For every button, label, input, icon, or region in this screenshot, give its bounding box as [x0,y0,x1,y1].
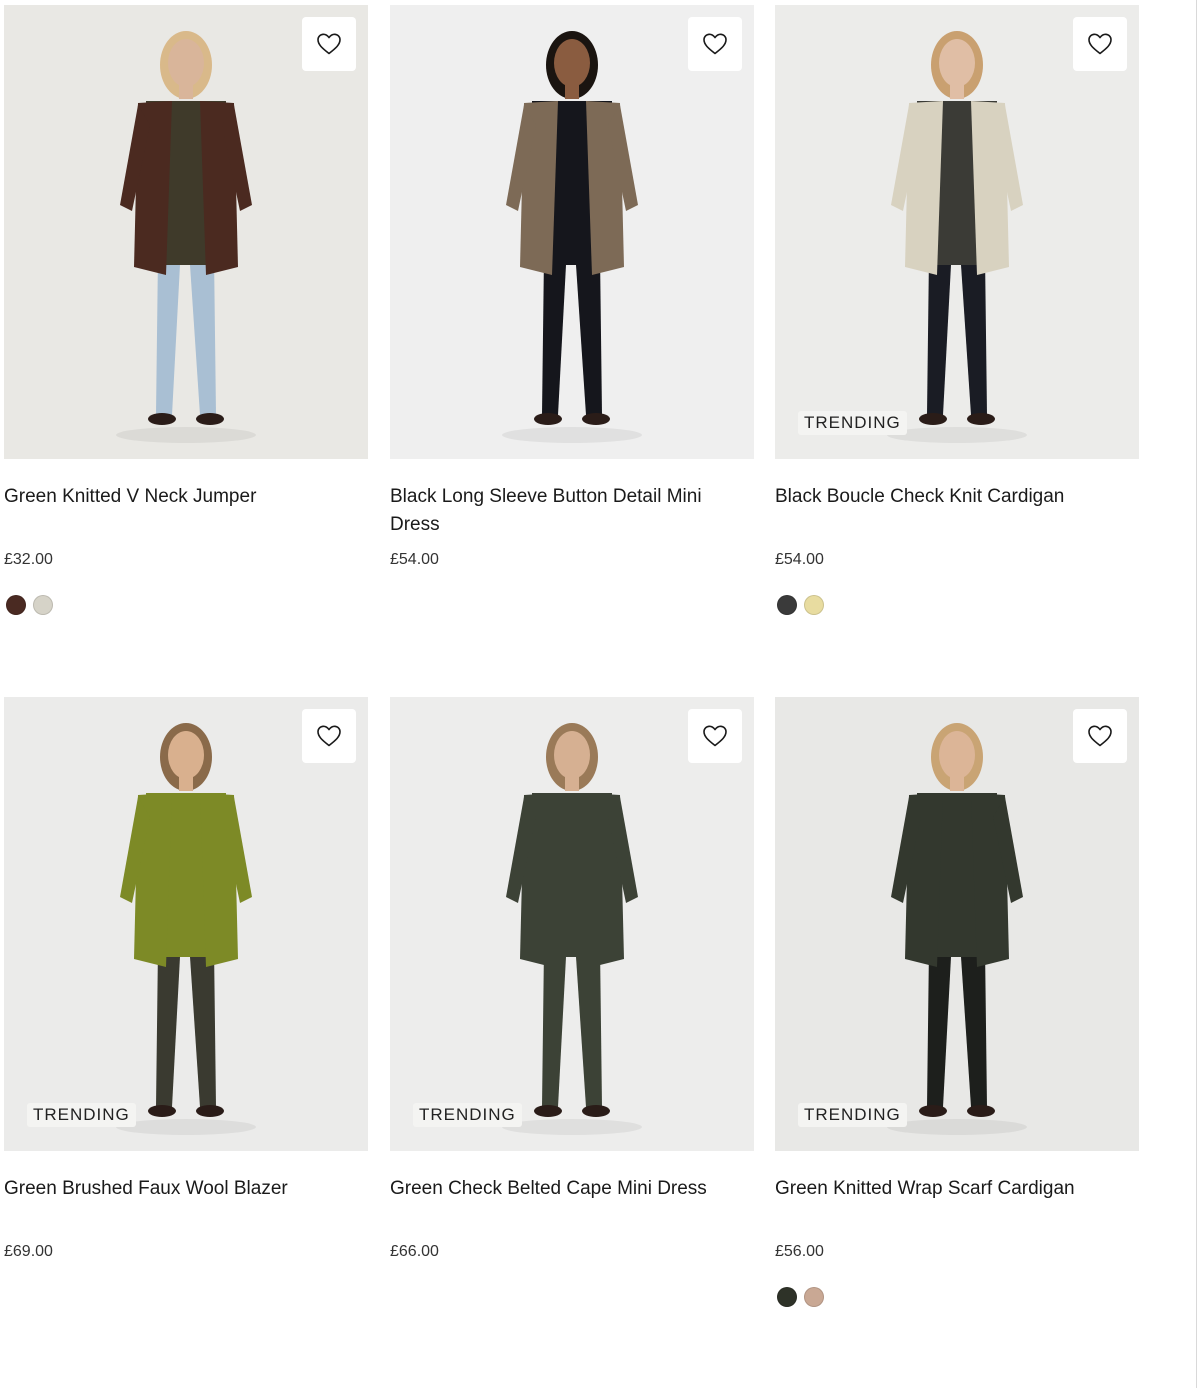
product-card[interactable]: TRENDING Black Boucle Check Knit Cardigan… [775,5,1139,617]
product-title[interactable]: Green Knitted Wrap Scarf Cardigan [775,1175,1139,1231]
product-card[interactable]: TRENDING Green Knitted Wrap Scarf Cardiga… [775,697,1139,1309]
heart-icon [1088,725,1112,747]
product-price: £56.00 [775,1243,824,1260]
color-swatches [390,1287,754,1309]
trending-badge: TRENDING [413,1103,522,1127]
product-photo [4,697,368,1151]
wishlist-button[interactable] [302,709,356,763]
wishlist-button[interactable] [302,17,356,71]
product-photo [775,5,1139,459]
color-swatch[interactable] [804,595,824,615]
color-swatches [4,1287,368,1309]
product-grid-page: Green Knitted V Neck Jumper £32.00 Black L… [0,0,1200,1388]
trending-badge: TRENDING [798,411,907,435]
heart-icon [1088,33,1112,55]
color-swatches [775,1287,1139,1309]
product-card[interactable]: TRENDING Green Brushed Faux Wool Blazer £6… [4,697,368,1309]
product-image[interactable]: TRENDING [390,697,754,1151]
wishlist-button[interactable] [688,17,742,71]
product-photo [775,697,1139,1151]
heart-icon [703,33,727,55]
product-photo [390,697,754,1151]
product-card[interactable]: TRENDING Green Check Belted Cape Mini Dre… [390,697,754,1309]
product-card[interactable]: Green Knitted V Neck Jumper £32.00 [4,5,368,617]
product-photo [4,5,368,459]
color-swatch[interactable] [777,595,797,615]
color-swatch[interactable] [804,1287,824,1307]
product-title[interactable]: Green Knitted V Neck Jumper [4,483,368,539]
color-swatches [4,595,368,617]
product-photo [390,5,754,459]
product-card[interactable]: Black Long Sleeve Button Detail Mini Dre… [390,5,754,617]
color-swatches [775,595,1139,617]
wishlist-button[interactable] [688,709,742,763]
color-swatch[interactable] [33,595,53,615]
product-title[interactable]: Green Brushed Faux Wool Blazer [4,1175,368,1231]
product-title[interactable]: Black Long Sleeve Button Detail Mini Dre… [390,483,754,539]
heart-icon [703,725,727,747]
product-image[interactable]: TRENDING [775,697,1139,1151]
product-image[interactable] [4,5,368,459]
product-price: £69.00 [4,1243,53,1260]
product-image[interactable]: TRENDING [4,697,368,1151]
product-price: £54.00 [390,551,439,568]
wishlist-button[interactable] [1073,709,1127,763]
trending-badge: TRENDING [798,1103,907,1127]
color-swatch[interactable] [6,595,26,615]
color-swatches [390,595,754,617]
heart-icon [317,33,341,55]
heart-icon [317,725,341,747]
scrollbar-edge [1196,0,1197,1388]
product-price: £66.00 [390,1243,439,1260]
product-price: £32.00 [4,551,53,568]
product-image[interactable]: TRENDING [775,5,1139,459]
product-price: £54.00 [775,551,824,568]
product-title[interactable]: Green Check Belted Cape Mini Dress [390,1175,754,1231]
wishlist-button[interactable] [1073,17,1127,71]
trending-badge: TRENDING [27,1103,136,1127]
color-swatch[interactable] [777,1287,797,1307]
product-image[interactable] [390,5,754,459]
product-title[interactable]: Black Boucle Check Knit Cardigan [775,483,1139,539]
